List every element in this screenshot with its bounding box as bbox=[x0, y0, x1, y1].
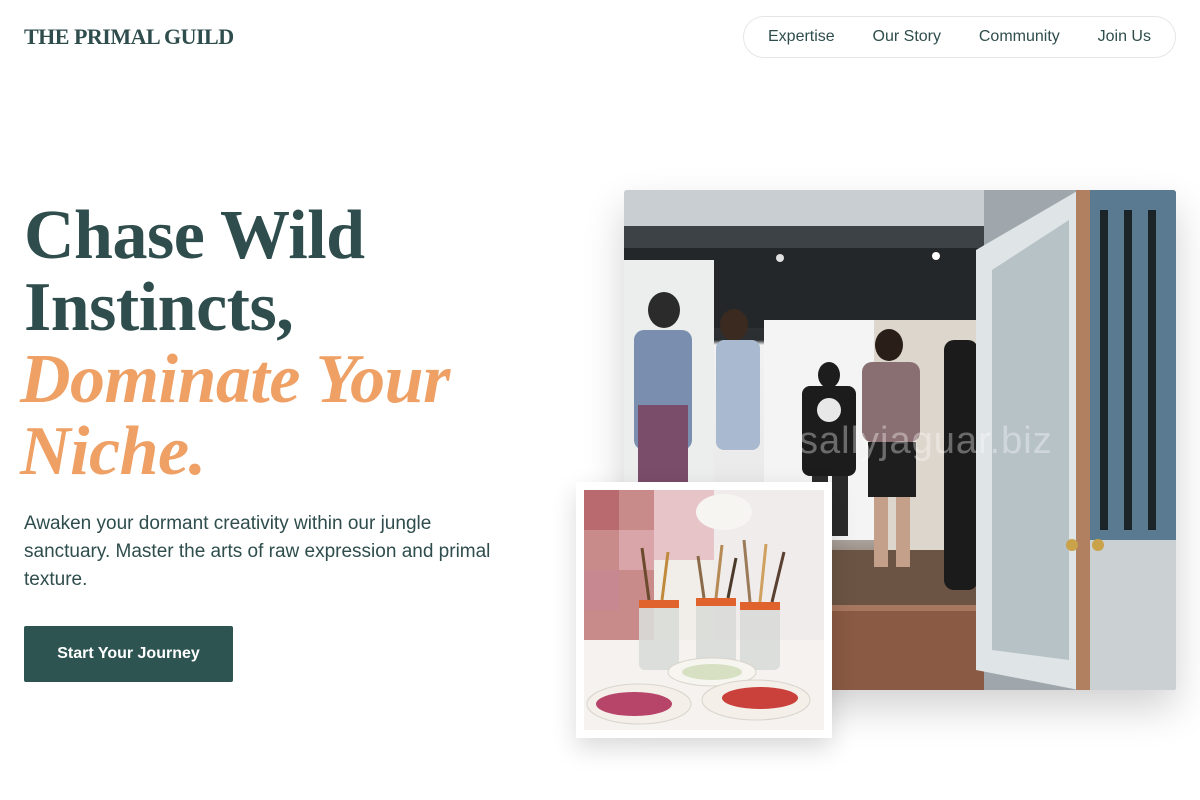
hero-title-accent-2: Niche. bbox=[20, 413, 206, 490]
image-watermark: sallyjaguar.biz bbox=[799, 420, 1053, 462]
main-nav: Expertise Our Story Community Join Us bbox=[743, 16, 1176, 58]
start-journey-button[interactable]: Start Your Journey bbox=[24, 626, 233, 682]
hero-title-line-2: Instincts, bbox=[24, 269, 294, 346]
nav-item-join-us[interactable]: Join Us bbox=[1098, 28, 1151, 46]
paint-supplies-photo-inner bbox=[584, 490, 824, 730]
nav-item-our-story[interactable]: Our Story bbox=[873, 28, 941, 46]
hero-title-line-1: Chase Wild bbox=[24, 197, 365, 274]
hero-subtitle: Awaken your dormant creativity within ou… bbox=[24, 513, 491, 590]
paint-supplies-photo bbox=[576, 482, 832, 738]
nav-item-expertise[interactable]: Expertise bbox=[768, 28, 835, 46]
paint-brushes-photo-icon bbox=[584, 490, 824, 730]
hero-title-accent-1: Dominate Your bbox=[20, 341, 450, 418]
hero-title: Chase Wild Instincts, Dominate Your Nich… bbox=[20, 197, 544, 488]
brand-logo[interactable]: THE PRIMAL GUILD bbox=[24, 24, 234, 50]
nav-item-community[interactable]: Community bbox=[979, 28, 1060, 46]
